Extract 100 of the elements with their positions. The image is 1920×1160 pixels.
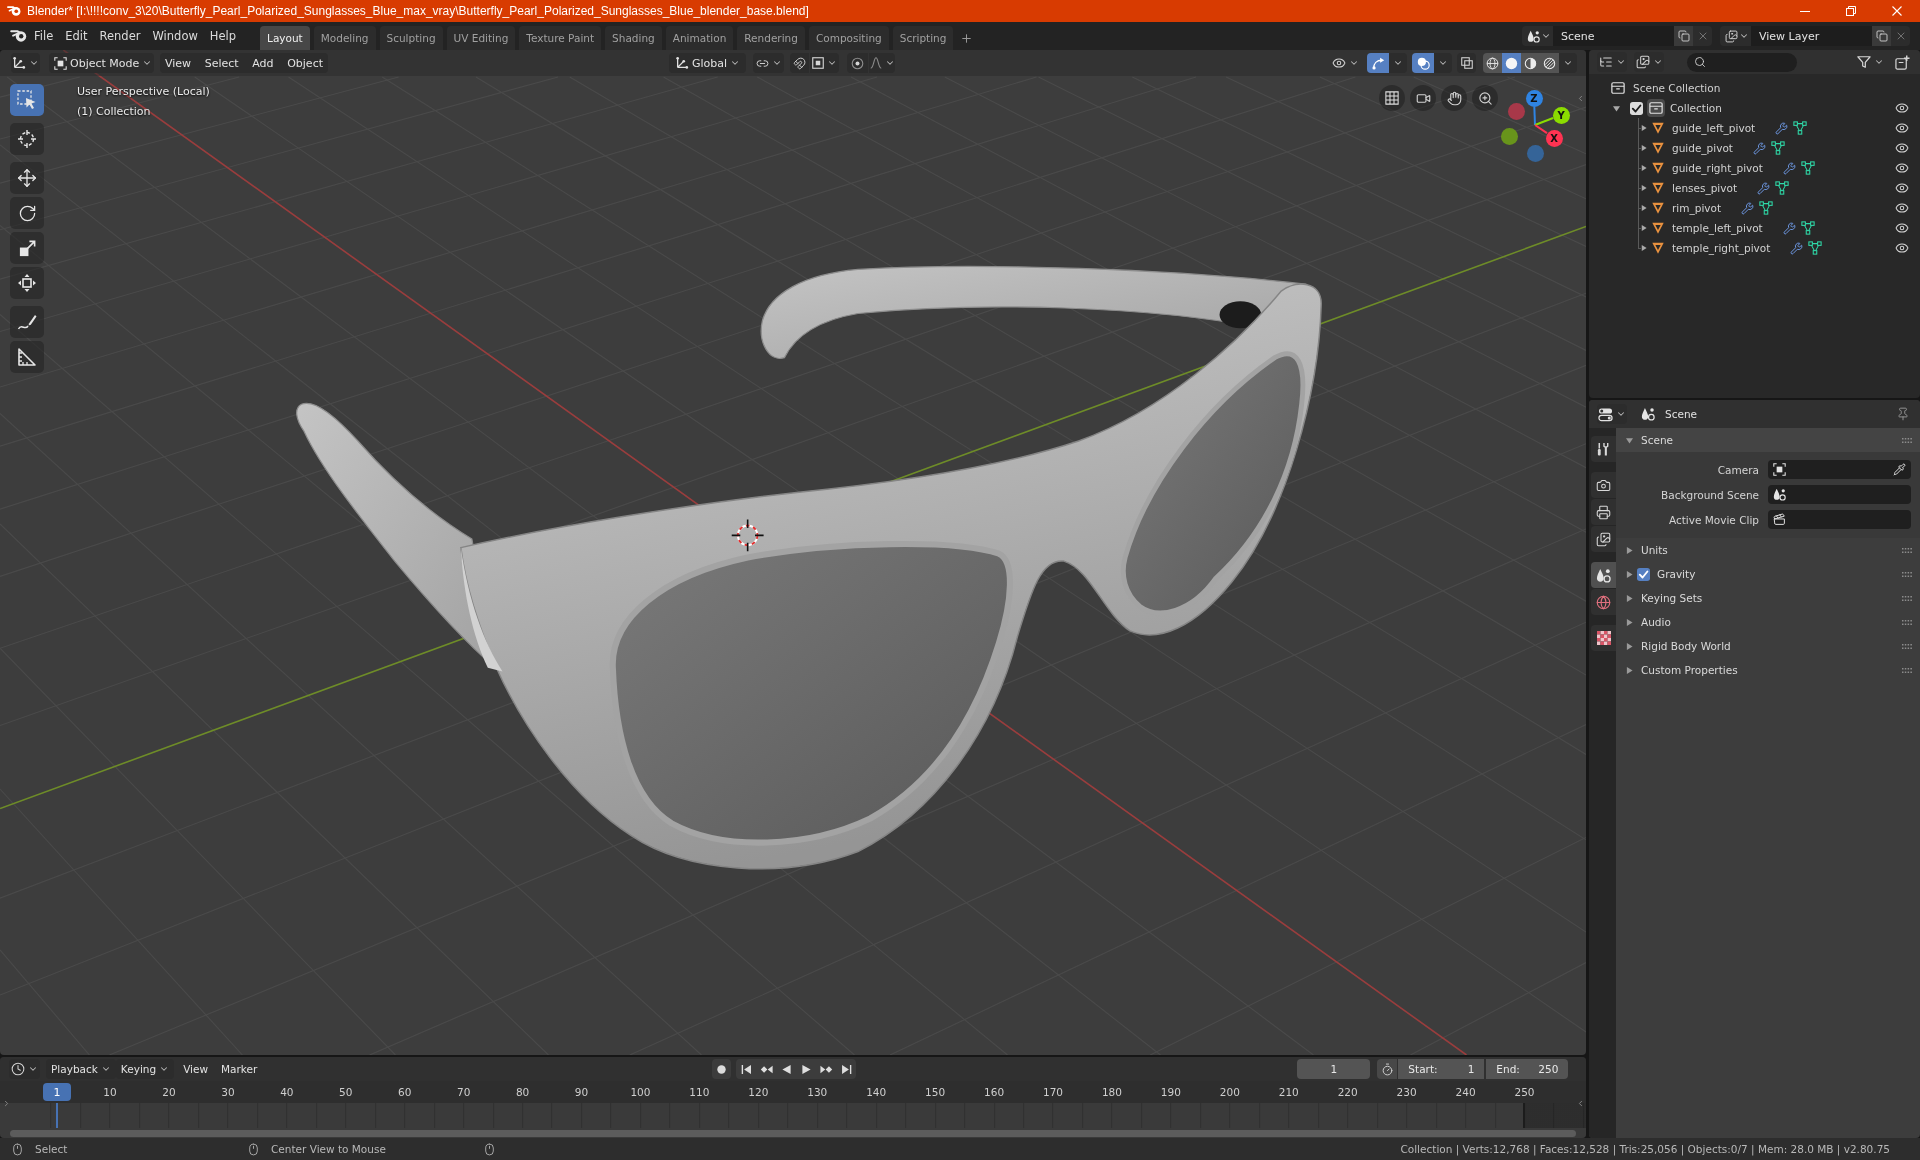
drag-handle-icon[interactable] [1902, 595, 1912, 601]
workspace-tab[interactable]: Compositing [808, 26, 889, 50]
camera-field[interactable] [1768, 460, 1911, 479]
eye-icon[interactable] [1895, 101, 1909, 115]
wrench-icon[interactable] [1757, 181, 1771, 195]
view-layer-name-field[interactable]: View Layer [1751, 26, 1872, 46]
mode-dropdown[interactable]: Object Mode [49, 53, 154, 73]
tree-item-label[interactable]: Scene Collection [1633, 82, 1721, 94]
expand-arrow-icon[interactable] [1626, 666, 1633, 674]
properties-tab[interactable] [1591, 526, 1616, 552]
menu-item[interactable]: Object [282, 53, 328, 73]
panel-header[interactable]: Scene [1616, 428, 1920, 452]
workspace-tab[interactable]: Rendering [737, 26, 805, 50]
editor-type-dropdown[interactable] [1597, 404, 1627, 424]
eye-icon[interactable] [1895, 161, 1909, 175]
menu-item[interactable]: Window [146, 25, 204, 47]
checkbox[interactable] [1637, 567, 1650, 581]
menu-item[interactable]: Render [93, 25, 147, 47]
properties-tab[interactable] [1591, 562, 1616, 588]
expand-arrow-icon[interactable] [1626, 546, 1633, 554]
tree-item-label[interactable]: guide_left_pivot [1672, 122, 1756, 134]
drag-handle-icon[interactable] [1902, 571, 1912, 577]
falloff-dropdown[interactable] [869, 53, 895, 73]
display-mode-dropdown[interactable] [1597, 52, 1627, 72]
current-frame-field[interactable]: 1 [1297, 1059, 1371, 1079]
workspace-tab[interactable]: Modeling [313, 26, 376, 50]
menu-item[interactable]: View [179, 1059, 213, 1079]
menu-item[interactable]: Help [203, 25, 243, 47]
wrench-icon[interactable] [1741, 201, 1755, 215]
checkbox[interactable] [1630, 101, 1643, 115]
auto-keying-button[interactable] [712, 1059, 732, 1079]
axis-ball[interactable]: X [1545, 129, 1563, 147]
tool-button[interactable] [10, 341, 44, 373]
workspace-tab[interactable]: Scripting [892, 26, 954, 50]
expand-arrow-icon[interactable] [1626, 642, 1633, 650]
editor-type-dropdown[interactable] [9, 1059, 40, 1079]
proportional-edit-toggle[interactable] [847, 53, 868, 73]
search-field[interactable] [1687, 52, 1797, 72]
eye-icon[interactable] [1895, 221, 1909, 235]
tree-item-label[interactable]: guide_right_pivot [1672, 162, 1763, 174]
gizmo-toggle[interactable] [1367, 53, 1389, 73]
shading-mode-button[interactable] [1483, 53, 1502, 73]
tree-item-label[interactable]: lenses_pivot [1672, 182, 1738, 194]
expand-arrow-icon[interactable] [1641, 145, 1647, 151]
tree-item-label[interactable]: rim_pivot [1672, 202, 1722, 214]
new-view-layer-button[interactable] [1872, 26, 1891, 46]
axis-ball[interactable]: Y [1552, 106, 1570, 124]
shading-mode-button[interactable] [1502, 53, 1521, 73]
properties-tab[interactable] [1591, 436, 1616, 462]
expand-arrow-icon[interactable] [1641, 165, 1647, 171]
axis-ball[interactable]: Z [1525, 89, 1543, 107]
scene-name-field[interactable]: Scene [1553, 26, 1674, 46]
scene-browse-dropdown[interactable] [1522, 26, 1553, 46]
tool-button[interactable] [10, 197, 44, 229]
expand-arrow-icon[interactable] [1641, 205, 1647, 211]
xray-toggle[interactable] [1457, 53, 1476, 73]
shading-mode-button[interactable] [1521, 53, 1540, 73]
properties-tab[interactable] [1591, 472, 1616, 498]
properties-tab[interactable] [1591, 625, 1616, 651]
new-collection-button[interactable] [1892, 52, 1912, 72]
snap-target-dropdown[interactable] [810, 53, 839, 73]
menu-item[interactable]: Marker [217, 1059, 262, 1079]
tree-item-label[interactable]: temple_left_pivot [1672, 222, 1763, 234]
tool-button[interactable] [10, 123, 44, 155]
drag-handle-icon[interactable] [1902, 437, 1912, 443]
workspace-tab[interactable]: Shading [605, 26, 662, 50]
tool-button[interactable] [10, 267, 44, 299]
tree-item-label[interactable]: temple_right_pivot [1672, 242, 1771, 254]
pin-icon[interactable] [1896, 407, 1910, 421]
menu-item[interactable]: File [28, 25, 60, 47]
start-frame-field[interactable]: Start: 1 [1398, 1059, 1485, 1079]
wrench-icon[interactable] [1782, 221, 1796, 235]
pivot-dropdown[interactable] [753, 53, 784, 73]
expand-arrow-icon[interactable] [1641, 125, 1647, 131]
drag-handle-icon[interactable] [1902, 643, 1912, 649]
tree-item-label[interactable]: Collection [1670, 102, 1722, 114]
wrench-icon[interactable] [1775, 121, 1789, 135]
expand-arrow-icon[interactable] [1626, 436, 1633, 444]
menu-item[interactable]: Select [199, 53, 244, 73]
tool-button[interactable] [10, 84, 44, 116]
expand-arrow-icon[interactable] [1641, 245, 1647, 251]
shading-mode-button[interactable] [1540, 53, 1559, 73]
drag-handle-icon[interactable] [1902, 547, 1912, 553]
end-frame-field[interactable]: End: 250 [1486, 1059, 1569, 1079]
view-layer-browse-dropdown[interactable] [1720, 26, 1751, 46]
workspace-tab[interactable]: Layout [260, 26, 310, 50]
movie-clip-field[interactable] [1768, 510, 1911, 529]
wrench-icon[interactable] [1790, 241, 1804, 255]
orientation-dropdown[interactable]: Global [669, 53, 746, 73]
eye-icon[interactable] [1895, 121, 1909, 135]
camera-view-button[interactable] [1410, 85, 1436, 111]
drag-handle-icon[interactable] [1902, 667, 1912, 673]
properties-tab[interactable] [1591, 499, 1616, 525]
background-scene-field[interactable] [1768, 485, 1911, 504]
menu-item[interactable]: Add [247, 53, 279, 73]
menu-item[interactable]: Edit [59, 25, 94, 47]
tool-button[interactable] [10, 306, 44, 338]
panel-header[interactable]: Audio [1616, 610, 1920, 634]
delete-scene-button[interactable] [1693, 26, 1712, 46]
axis-ball[interactable] [1500, 127, 1518, 145]
